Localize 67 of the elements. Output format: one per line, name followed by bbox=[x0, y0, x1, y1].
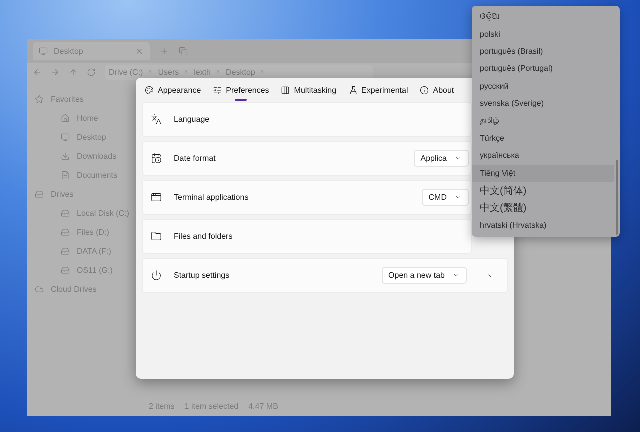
drive-icon bbox=[35, 190, 44, 199]
chevron-down-icon bbox=[453, 272, 460, 279]
menu-item[interactable]: русский bbox=[472, 78, 614, 95]
monitor-icon bbox=[39, 46, 48, 56]
menu-item[interactable]: Tiếng Việt bbox=[472, 164, 614, 182]
settings-tab[interactable]: About bbox=[419, 78, 456, 102]
forward-icon[interactable] bbox=[51, 68, 60, 77]
back-icon[interactable] bbox=[33, 68, 42, 77]
settings-tab[interactable]: Appearance bbox=[144, 78, 202, 102]
palette-icon bbox=[145, 86, 154, 94]
menu-item[interactable]: தமிழ் bbox=[472, 112, 614, 130]
setting-card[interactable]: Startup settings Open a new tab bbox=[142, 258, 508, 293]
flask-icon bbox=[348, 86, 358, 94]
drive-icon bbox=[61, 266, 70, 275]
dropdown-select[interactable]: Open a new tab bbox=[382, 267, 467, 284]
home-icon bbox=[61, 114, 70, 123]
setting-label: Startup settings bbox=[174, 271, 230, 280]
language-icon bbox=[151, 114, 162, 125]
settings-tab[interactable]: Experimental bbox=[348, 78, 410, 102]
menu-item[interactable]: svenska (Sverige) bbox=[472, 94, 614, 112]
chevron-right-icon bbox=[147, 69, 154, 76]
setting-label: Files and folders bbox=[174, 232, 233, 241]
chevron-down-icon bbox=[455, 155, 462, 162]
drive-icon bbox=[61, 209, 70, 218]
setting-card[interactable]: Terminal applications CMD bbox=[142, 180, 472, 215]
menu-item[interactable]: 中文(简体) bbox=[472, 182, 614, 200]
monitor-icon bbox=[61, 133, 70, 142]
setting-card[interactable]: Date format Applica bbox=[142, 141, 472, 176]
app-window-icon bbox=[151, 192, 162, 203]
star-icon bbox=[35, 95, 44, 104]
setting-label: Terminal applications bbox=[174, 193, 249, 202]
dropdown-select[interactable]: CMD bbox=[422, 189, 469, 206]
copy-icon[interactable] bbox=[179, 46, 188, 56]
drive-icon bbox=[61, 228, 70, 237]
menu-item[interactable]: 中文(繁體) bbox=[472, 199, 614, 217]
drive-icon bbox=[61, 247, 70, 256]
plus-icon[interactable] bbox=[160, 46, 169, 56]
settings-tab[interactable]: Preferences bbox=[212, 78, 270, 102]
cloud-icon bbox=[35, 285, 44, 294]
setting-label: Language bbox=[174, 115, 210, 124]
folder-icon bbox=[151, 231, 162, 242]
chevron-right-icon bbox=[259, 69, 266, 76]
menu-item[interactable]: Türkçe bbox=[472, 130, 614, 148]
document-icon bbox=[61, 171, 70, 180]
download-icon bbox=[61, 152, 70, 161]
refresh-icon[interactable] bbox=[87, 68, 96, 77]
power-icon bbox=[151, 270, 162, 281]
setting-label: Date format bbox=[174, 154, 216, 163]
menu-item[interactable]: português (Portugal) bbox=[472, 60, 614, 78]
sliders-icon bbox=[213, 86, 222, 94]
menu-item[interactable]: hrvatski (Hrvatska) bbox=[472, 216, 614, 234]
columns-icon bbox=[281, 86, 290, 94]
calendar-clock-icon bbox=[151, 153, 162, 164]
chevron-right-icon bbox=[183, 69, 190, 76]
dropdown-select[interactable]: Applica bbox=[414, 150, 469, 167]
setting-card[interactable]: Language bbox=[142, 102, 472, 137]
close-icon[interactable] bbox=[135, 46, 144, 56]
menu-item[interactable]: português (Brasil) bbox=[472, 42, 614, 60]
menu-item[interactable]: polski bbox=[472, 25, 614, 43]
chevron-down-icon bbox=[455, 194, 462, 201]
setting-card[interactable]: Files and folders bbox=[142, 219, 472, 254]
chevron-right-icon bbox=[215, 69, 222, 76]
menu-item[interactable]: ଓଡ଼ିଆ bbox=[472, 8, 614, 26]
settings-tab[interactable]: Multitasking bbox=[280, 78, 338, 102]
menu-item[interactable]: українська bbox=[472, 147, 614, 165]
info-icon bbox=[420, 86, 430, 94]
up-icon[interactable] bbox=[69, 68, 78, 77]
